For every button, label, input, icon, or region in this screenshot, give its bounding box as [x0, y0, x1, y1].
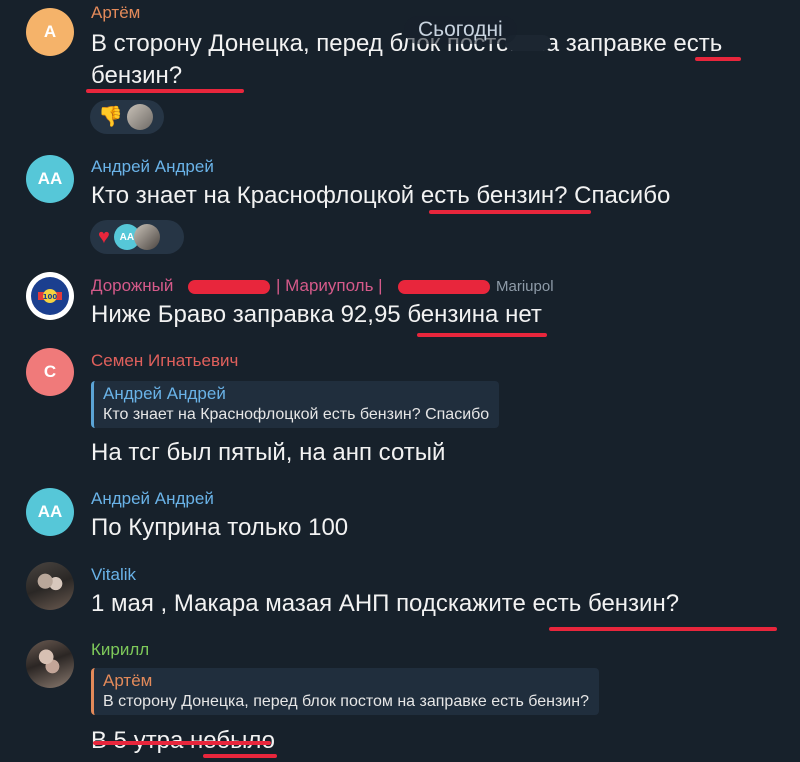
reply-quote[interactable]: Артём В сторону Донецка, перед блок пост… — [91, 668, 599, 715]
sender-name[interactable]: Кирилл — [91, 640, 149, 660]
reactor-avatar — [133, 224, 160, 250]
highlight-underline — [86, 89, 244, 93]
reactions-bar[interactable]: 👎 — [90, 100, 164, 134]
avatar[interactable]: 100 — [26, 272, 74, 320]
sender-name[interactable]: Семен Игнатьевич — [91, 351, 238, 371]
redaction-mark — [188, 280, 270, 294]
avatar-initials: А — [43, 22, 57, 41]
highlight-underline — [93, 741, 271, 745]
sender-name[interactable]: Андрей Андрей — [91, 157, 214, 177]
thumbs-down-icon[interactable]: 👎 — [98, 107, 123, 127]
message-text: Ниже Браво заправка 92,95 бензина нет — [91, 301, 542, 328]
sender-name-part: | Мариуполь | — [276, 276, 383, 295]
avatar-initials: АА — [37, 502, 63, 521]
heart-icon[interactable]: ♥ — [98, 227, 110, 247]
message-text: Кто знает на Краснофлоцкой есть бензин? … — [91, 182, 671, 209]
sender-name[interactable]: Андрей Андрей — [91, 489, 214, 509]
redaction-mark — [398, 280, 490, 294]
highlight-underline — [417, 333, 547, 337]
highlight-underline — [695, 57, 741, 61]
sender-name[interactable]: Дорожный — [91, 276, 173, 296]
avatar[interactable]: А — [26, 8, 74, 56]
message-text: По Куприна только 100 — [91, 514, 349, 541]
user-photo-icon — [26, 562, 74, 610]
reply-author: Андрей Андрей — [103, 384, 226, 403]
date-separator: Сьогодні — [404, 16, 517, 44]
sender-name[interactable]: Артём — [91, 3, 140, 23]
svg-text:100: 100 — [43, 293, 58, 301]
reactions-bar[interactable]: ♥ AA — [90, 220, 184, 254]
avatar[interactable]: АА — [26, 155, 74, 203]
sender-tag: Mariupol — [496, 278, 554, 295]
avatar[interactable]: АА — [26, 488, 74, 536]
reply-text: В сторону Донецка, перед блок постом на … — [103, 693, 589, 710]
avatar[interactable] — [26, 640, 74, 688]
avatar-initials: С — [43, 362, 57, 381]
highlight-underline — [549, 627, 777, 631]
channel-logo-icon: 100 — [27, 273, 73, 319]
sender-name[interactable]: Vitalik — [91, 565, 136, 585]
highlight-underline — [203, 754, 277, 758]
message-text: На тсг был пятый, на анп сотый — [91, 439, 446, 466]
message-text-line2: бензин? — [91, 62, 183, 89]
message-text: 1 мая , Макара мазая АНП подскажите есть… — [91, 590, 680, 617]
reactor-avatar — [126, 104, 153, 130]
user-photo-icon — [26, 640, 74, 688]
avatar-initials: АА — [37, 169, 63, 188]
reply-quote[interactable]: Андрей Андрей Кто знает на Краснофлоцкой… — [91, 381, 500, 428]
highlight-underline — [429, 210, 591, 214]
avatar[interactable] — [26, 562, 74, 610]
reply-author: Артём — [103, 671, 153, 690]
avatar[interactable]: С — [26, 348, 74, 396]
reply-text: Кто знает на Краснофлоцкой есть бензин? … — [103, 406, 490, 423]
